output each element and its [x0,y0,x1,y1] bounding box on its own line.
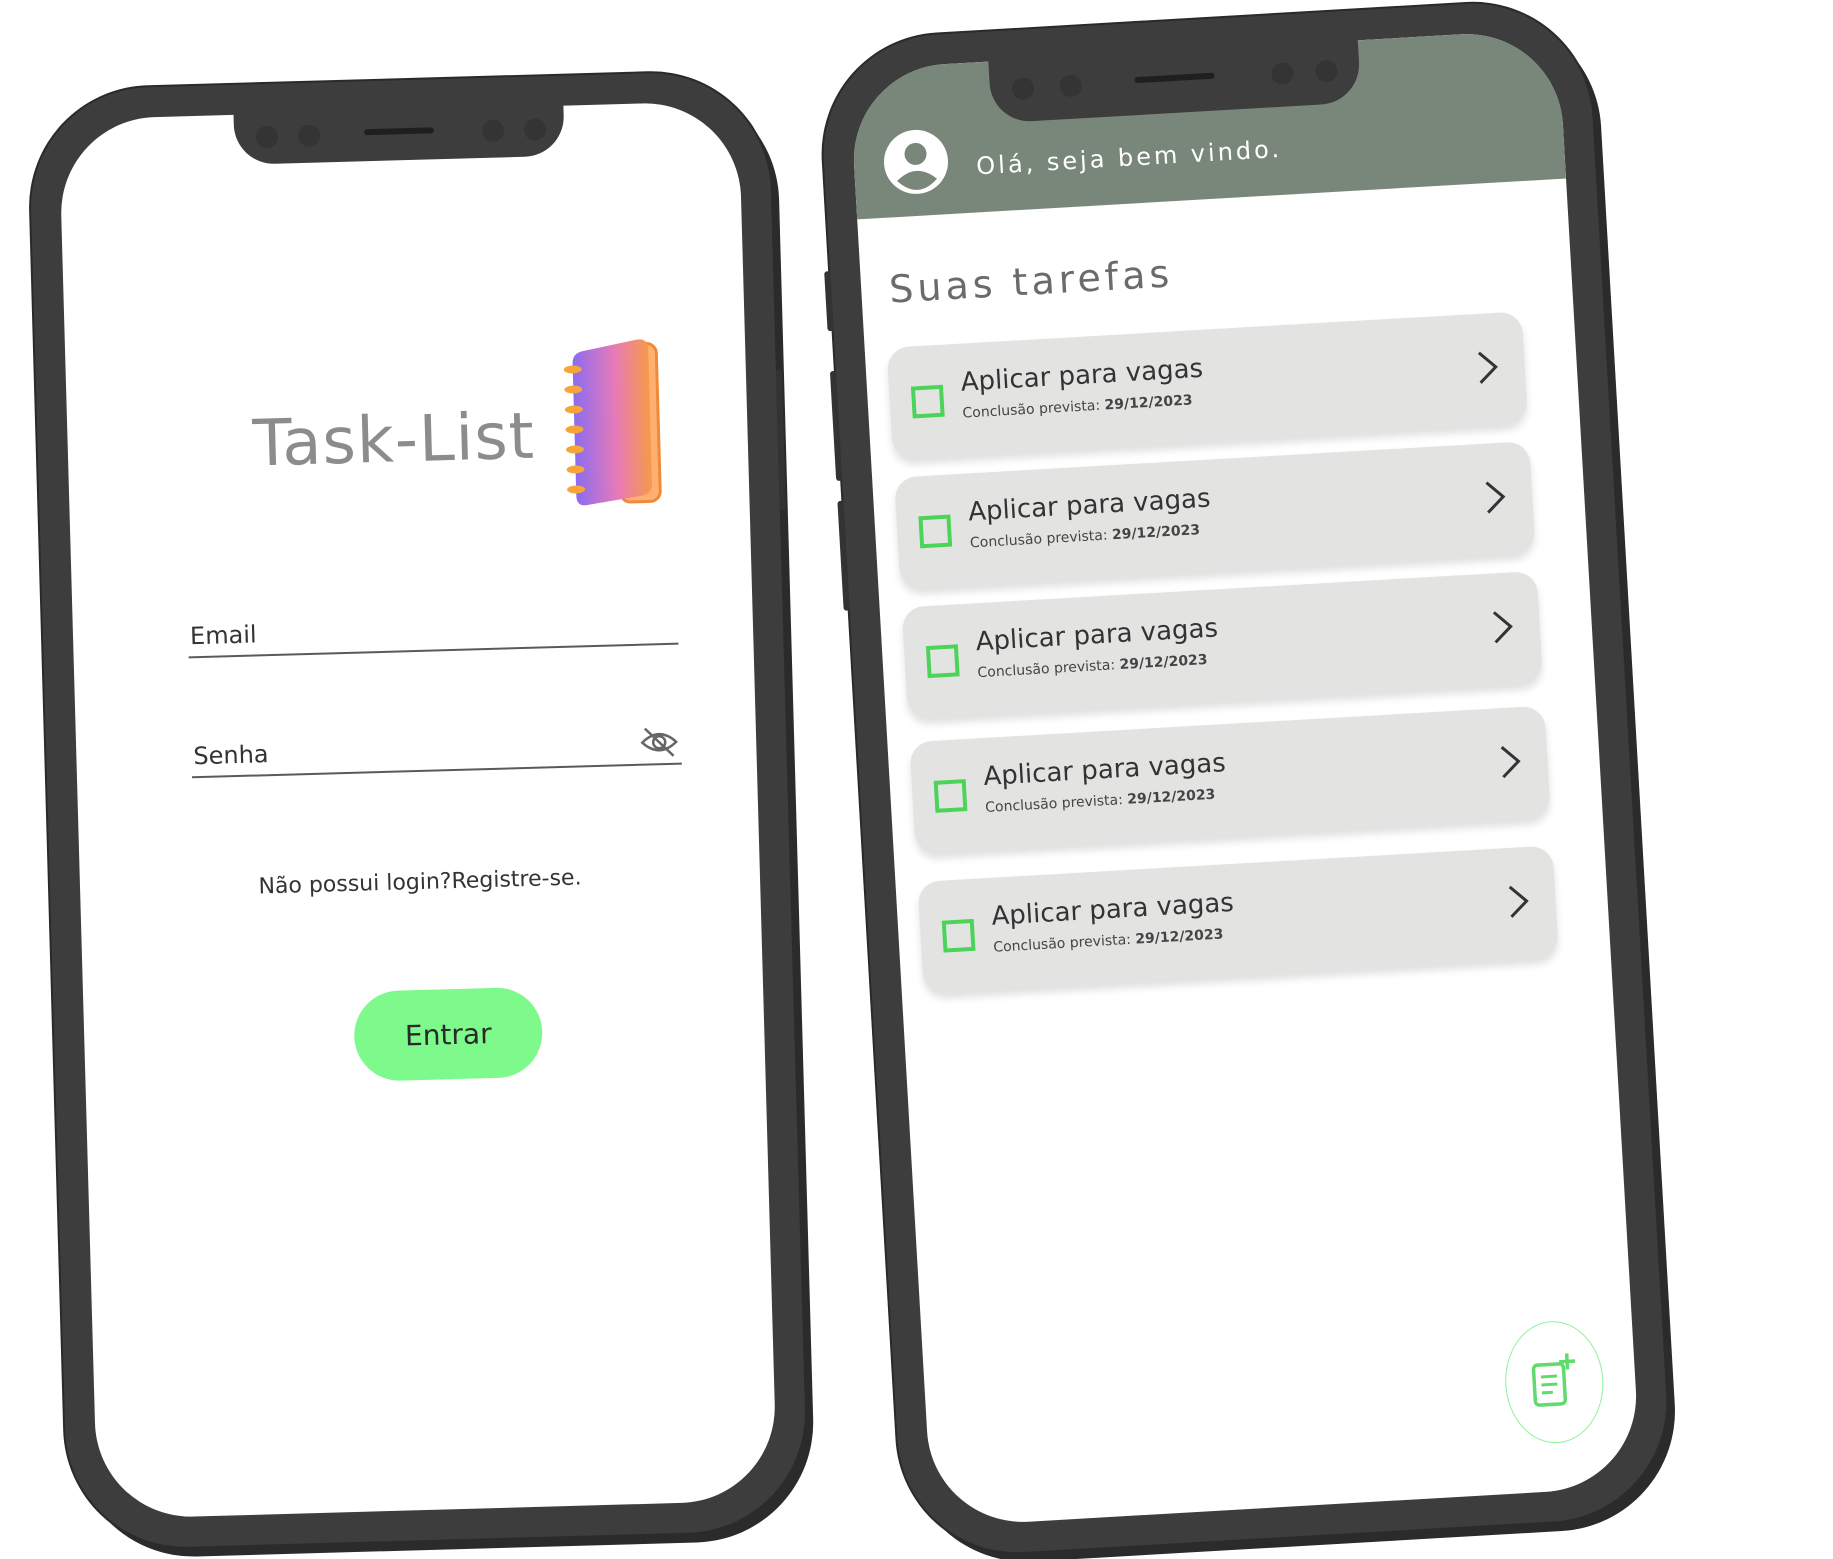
checkbox-icon[interactable] [941,918,976,953]
add-note-icon [1531,1353,1576,1407]
phone-tasks: Olá, seja bem vindo. Suas tarefas Aplica… [816,0,1674,1559]
add-task-button[interactable] [1501,1318,1607,1446]
notebook-logo-icon [558,333,673,516]
enter-button[interactable]: Entrar [353,986,544,1082]
chevron-right-icon[interactable] [1498,743,1522,780]
password-field[interactable]: Senha [190,712,682,779]
app-title: Task-List [251,399,536,482]
task-title: Aplicar para vagas [990,887,1235,932]
chevron-right-icon[interactable] [1483,479,1507,516]
due-date: 29/12/2023 [1119,651,1208,674]
checkbox-icon[interactable] [925,644,960,679]
task-title: Aplicar para vagas [982,748,1227,793]
chevron-right-icon[interactable] [1491,608,1515,645]
task-title: Aplicar para vagas [974,613,1219,658]
task-title: Aplicar para vagas [959,353,1204,398]
tasks-screen: Olá, seja bem vindo. Suas tarefas Aplica… [848,28,1642,1528]
phone-notch [233,103,565,165]
login-screen: Task-List Email Senha Não possui login?R… [58,100,778,1520]
greeting: Olá, seja bem vindo. [975,134,1283,181]
task-card[interactable]: Aplicar para vagas Conclusão prevista: 2… [909,705,1551,855]
password-label: Senha [193,740,269,771]
due-label: Conclusão prevista: [962,397,1101,422]
task-title: Aplicar para vagas [967,483,1212,528]
chevron-right-icon[interactable] [1476,349,1500,386]
task-due: Conclusão prevista: 29/12/2023 [993,927,1224,956]
due-label: Conclusão prevista: [984,792,1124,816]
eye-off-icon[interactable] [639,725,680,760]
section-title: Suas tarefas [888,251,1175,312]
checkbox-icon[interactable] [910,384,945,419]
due-date: 29/12/2023 [1111,522,1201,544]
task-card[interactable]: Aplicar para vagas Conclusão prevista: 2… [886,311,1529,460]
email-field[interactable]: Email [187,592,679,659]
checkbox-icon[interactable] [933,779,968,813]
checkbox-icon[interactable] [918,514,953,549]
due-date: 29/12/2023 [1134,926,1224,948]
task-due: Conclusão prevista: 29/12/2023 [970,522,1201,551]
due-label: Conclusão prevista: [977,657,1116,682]
side-button [829,370,843,482]
phone-login: Task-List Email Senha Não possui login?R… [27,69,809,1551]
task-due: Conclusão prevista: 29/12/2023 [962,392,1193,421]
email-label: Email [189,620,258,651]
task-card[interactable]: Aplicar para vagas Conclusão prevista: 2… [917,845,1559,994]
register-link[interactable]: Não possui login?Registre-se. [80,860,760,904]
task-card[interactable]: Aplicar para vagas Conclusão prevista: 2… [894,441,1536,590]
side-button [775,369,786,510]
due-label: Conclusão prevista: [969,527,1109,552]
task-due: Conclusão prevista: 29/12/2023 [985,787,1216,816]
chevron-right-icon[interactable] [1507,883,1531,920]
due-date: 29/12/2023 [1126,786,1216,808]
due-date: 29/12/2023 [1104,392,1194,414]
due-label: Conclusão prevista: [992,931,1132,956]
side-button [837,500,850,611]
user-avatar-icon[interactable] [880,126,952,198]
side-button [824,271,834,332]
app-logo: Task-List [250,333,673,525]
task-card[interactable]: Aplicar para vagas Conclusão prevista: 2… [901,570,1544,720]
task-due: Conclusão prevista: 29/12/2023 [977,652,1208,681]
